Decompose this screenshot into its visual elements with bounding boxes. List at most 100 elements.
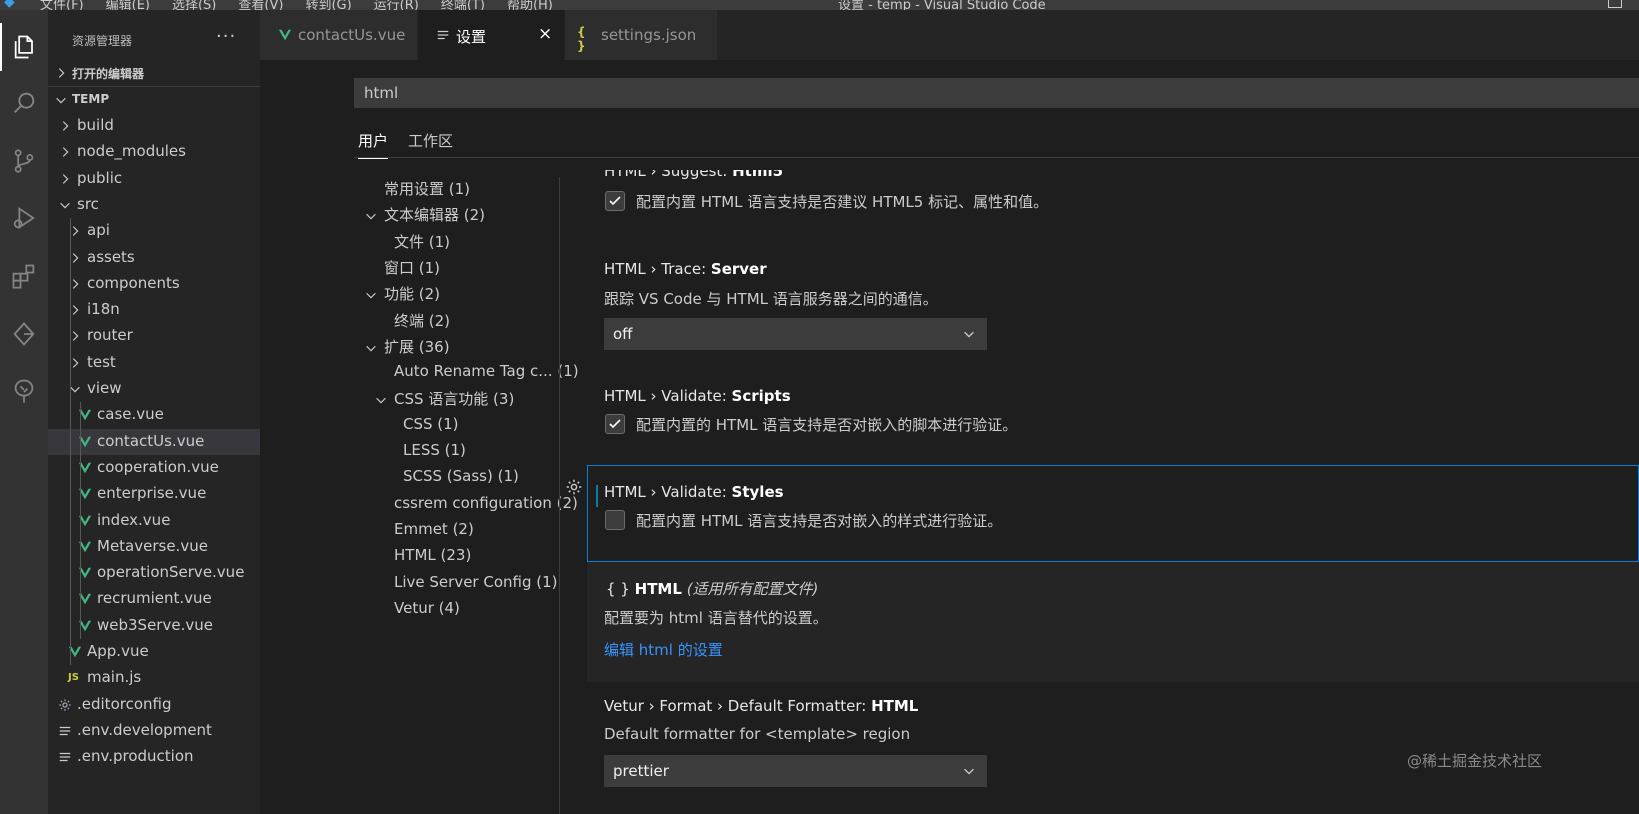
close-icon[interactable]: × bbox=[538, 24, 552, 44]
toc-item[interactable]: 窗口 (1) bbox=[384, 257, 440, 281]
tree-item[interactable]: view bbox=[48, 376, 260, 402]
tab-user-label: 用户 bbox=[358, 132, 389, 150]
tree-item-label: public bbox=[77, 168, 123, 187]
run-debug-icon[interactable] bbox=[0, 194, 48, 242]
source-control-icon[interactable] bbox=[0, 137, 48, 185]
toc-item[interactable]: Auto Rename Tag c... (1) bbox=[394, 362, 579, 386]
toc-item[interactable]: 文件 (1) bbox=[394, 231, 450, 255]
tree-item[interactable]: components bbox=[48, 271, 260, 297]
tree-item[interactable]: .editorconfig bbox=[48, 692, 260, 718]
edit-html-settings-link[interactable]: 编辑 html 的设置 bbox=[604, 639, 723, 660]
tree-item[interactable]: node_modules bbox=[48, 139, 260, 165]
tree-item[interactable]: router bbox=[48, 323, 260, 349]
toc-item[interactable]: 扩展 (36) bbox=[366, 336, 450, 360]
menu-run[interactable]: 运行(R) bbox=[374, 0, 419, 10]
toc-item[interactable]: LESS (1) bbox=[403, 441, 466, 465]
toc-item[interactable]: Emmet (2) bbox=[394, 520, 474, 544]
toc-item-label: 文本编辑器 (2) bbox=[384, 206, 486, 225]
tree-item[interactable]: .env.development bbox=[48, 718, 260, 744]
toc-item[interactable]: 功能 (2) bbox=[366, 283, 440, 307]
toc-item[interactable]: HTML (23) bbox=[394, 546, 471, 570]
tab-settings-json[interactable]: { } settings.json bbox=[565, 10, 718, 60]
chevron-down-icon bbox=[366, 214, 376, 220]
toc-item[interactable]: Live Server Config (1) bbox=[394, 573, 558, 597]
search-icon[interactable] bbox=[0, 79, 48, 127]
tree-item[interactable]: App.vue bbox=[48, 639, 260, 665]
setting-title-prefix: HTML › Validate: bbox=[604, 483, 732, 501]
toc-item[interactable]: Vetur (4) bbox=[394, 599, 460, 623]
tab-workspace-settings[interactable]: 工作区 bbox=[408, 130, 453, 151]
tree-item-label: api bbox=[87, 221, 110, 240]
toc-item[interactable]: 终端 (2) bbox=[394, 310, 450, 334]
toc-item-label: HTML (23) bbox=[394, 546, 472, 565]
tree-item[interactable]: src bbox=[48, 192, 260, 218]
toc-item[interactable]: CSS (1) bbox=[403, 415, 459, 439]
validate-scripts-checkbox[interactable] bbox=[605, 414, 625, 434]
toc-item[interactable]: cssrem configuration (2) bbox=[394, 494, 578, 518]
setting-title-name: Server bbox=[710, 260, 767, 278]
toc-item-label: 终端 (2) bbox=[394, 311, 451, 330]
toc-item[interactable]: 常用设置 (1) bbox=[384, 178, 470, 202]
toc-item-label: Live Server Config (1) bbox=[394, 572, 558, 591]
tree-item[interactable]: build bbox=[48, 113, 260, 139]
gear-icon[interactable] bbox=[565, 478, 583, 496]
tab-settings[interactable]: 设置 × bbox=[418, 10, 565, 60]
extensions-icon[interactable] bbox=[0, 252, 48, 300]
more-actions-icon[interactable]: ··· bbox=[216, 26, 236, 47]
trace-server-select[interactable]: off bbox=[604, 318, 987, 350]
tab-user-settings[interactable]: 用户 bbox=[358, 130, 389, 159]
toc-item[interactable]: CSS 语言功能 (3) bbox=[376, 388, 514, 412]
settings-search-input[interactable]: html bbox=[354, 78, 1639, 108]
tree-item-label: build bbox=[77, 116, 114, 134]
setting-validate-scripts-desc: 配置内置的 HTML 语言支持是否对嵌入的脚本进行验证。 bbox=[636, 416, 1018, 434]
menu-help[interactable]: 帮助(H) bbox=[507, 0, 553, 10]
vetur-formatter-select[interactable]: prettier bbox=[604, 755, 987, 787]
tree-item-label: Metaverse.vue bbox=[97, 536, 208, 555]
active-tab-underline bbox=[358, 158, 389, 159]
menu-view[interactable]: 查看(V) bbox=[238, 0, 283, 10]
temp-folder-section[interactable]: TEMP bbox=[48, 87, 260, 113]
json-icon: { } bbox=[577, 25, 586, 53]
tree-item[interactable]: assets bbox=[48, 245, 260, 271]
suggest-html5-checkbox[interactable] bbox=[605, 191, 625, 211]
toc-item[interactable]: 文本编辑器 (2) bbox=[366, 204, 486, 228]
toc-item-label: 窗口 (1) bbox=[384, 258, 441, 277]
tree-item[interactable]: .env.production bbox=[48, 744, 260, 770]
title-bar: ◆ 文件(F) 编辑(E) 选择(S) 查看(V) 转到(G) 运行(R) 终端… bbox=[0, 0, 1639, 10]
remote-icon[interactable] bbox=[0, 310, 48, 358]
tree-item-label: web3Serve.vue bbox=[97, 615, 213, 634]
restore-window-button[interactable] bbox=[1608, 0, 1622, 8]
menu-go[interactable]: 转到(G) bbox=[305, 0, 351, 10]
watermark: @稀土掘金技术社区 bbox=[1407, 752, 1543, 770]
setting-trace-server-desc: 跟踪 VS Code 与 HTML 语言服务器之间的通信。 bbox=[604, 290, 938, 308]
toc-item[interactable]: SCSS (Sass) (1) bbox=[403, 467, 519, 491]
explorer-icon[interactable] bbox=[0, 23, 48, 71]
chevron-right-icon bbox=[62, 121, 69, 131]
settings-editor: html 用户 工作区 常用设置 (1) 文本编辑器 (2) 文件 (1) 窗口 (1… bbox=[260, 60, 1639, 814]
tab-contactus-vue[interactable]: contactUs.vue bbox=[260, 10, 418, 60]
menu-file[interactable]: 文件(F) bbox=[40, 0, 84, 10]
menu-edit[interactable]: 编辑(E) bbox=[106, 0, 150, 10]
menu-terminal[interactable]: 终端(T) bbox=[441, 0, 485, 10]
tree-icon[interactable] bbox=[0, 367, 48, 415]
open-editors-label: 打开的编辑器 bbox=[72, 67, 145, 81]
validate-styles-checkbox[interactable] bbox=[605, 510, 625, 530]
tree-item-label: .env.development bbox=[77, 720, 212, 739]
tree-item-label: node_modules bbox=[77, 142, 186, 161]
tree-item[interactable]: api bbox=[48, 218, 260, 244]
menu-selection[interactable]: 选择(S) bbox=[172, 0, 216, 10]
setting-suggest-html5-desc: 配置内置 HTML 语言支持是否建议 HTML5 标记、属性和值。 bbox=[636, 193, 1049, 211]
tree-item-label: cooperation.vue bbox=[97, 457, 219, 476]
tree-item[interactable]: test bbox=[48, 350, 260, 376]
setting-validate-styles-title: HTML › Validate: Styles bbox=[604, 483, 784, 501]
tree-item-label: view bbox=[87, 379, 122, 397]
tree-item[interactable]: i18n bbox=[48, 297, 260, 323]
tree-item-label: enterprise.vue bbox=[97, 484, 207, 503]
tree-item[interactable]: public bbox=[48, 166, 260, 192]
braces-icon: { } bbox=[606, 580, 630, 598]
chevron-down-icon bbox=[56, 97, 66, 104]
toc-item-label: SCSS (Sass) (1) bbox=[403, 467, 519, 486]
tree-item[interactable]: JS main.js bbox=[48, 665, 260, 691]
tree-item-label: i18n bbox=[87, 300, 120, 319]
open-editors-section[interactable]: 打开的编辑器 bbox=[48, 60, 260, 86]
